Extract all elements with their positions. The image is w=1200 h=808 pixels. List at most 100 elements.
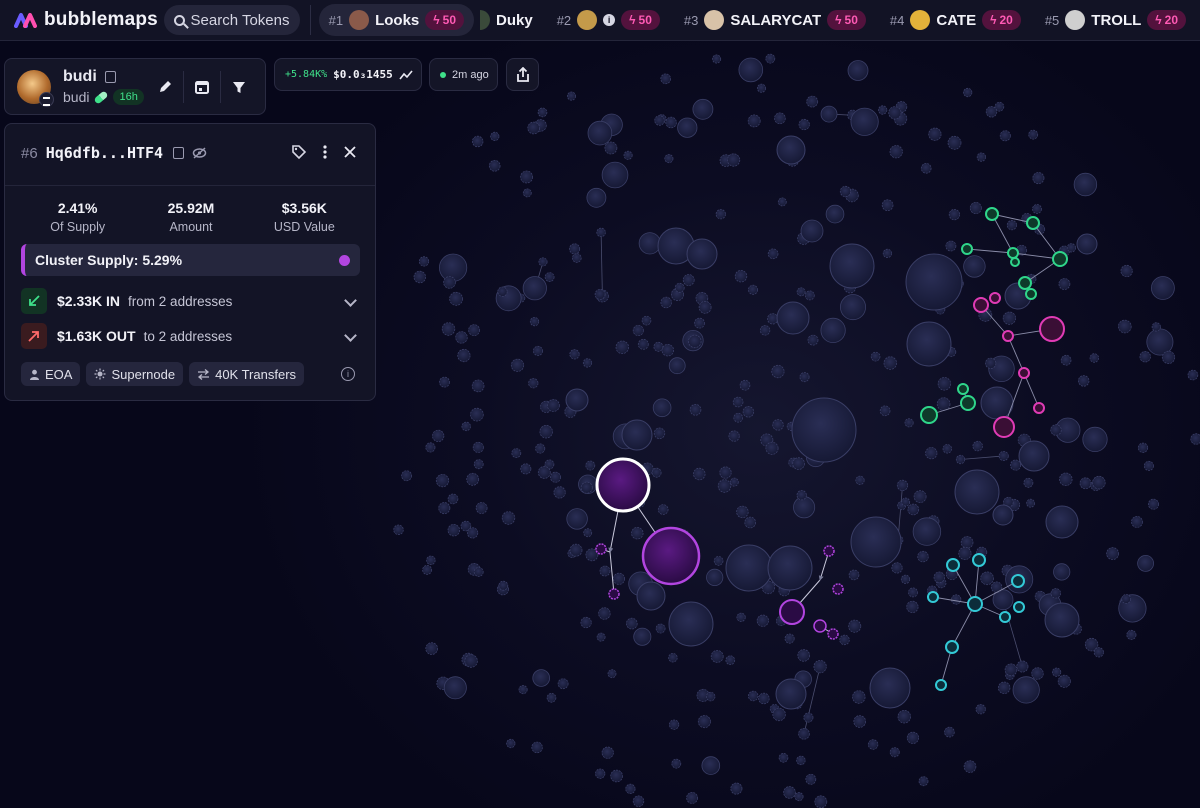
wallet-bubble[interactable] (610, 769, 623, 783)
wallet-bubble[interactable] (748, 284, 759, 295)
wallet-bubble[interactable] (800, 219, 824, 243)
wallet-bubble[interactable] (772, 707, 786, 722)
wallet-bubble[interactable] (796, 755, 806, 766)
wallet-bubble[interactable] (719, 466, 732, 479)
wallet-bubble[interactable] (813, 659, 827, 674)
wallet-bubble[interactable] (625, 783, 636, 795)
wallet-bubble[interactable] (772, 419, 784, 431)
wallet-bubble[interactable] (960, 536, 974, 549)
wallet-bubble[interactable] (951, 594, 962, 605)
edit-button[interactable] (147, 71, 183, 103)
wallet-bubble[interactable] (947, 135, 962, 150)
wallet-bubble[interactable] (775, 678, 807, 710)
wallet-bubble[interactable] (1053, 563, 1071, 581)
wallet-bubble[interactable] (958, 546, 972, 561)
wallet-bubble[interactable] (918, 776, 929, 787)
wallet-bubble[interactable] (665, 116, 677, 129)
wallet-bubble[interactable] (783, 786, 796, 799)
wallet-bubble[interactable] (604, 141, 618, 155)
wallet-bubble[interactable] (447, 524, 461, 537)
wallet-bubble[interactable] (717, 479, 732, 493)
wallet-bubble[interactable] (443, 676, 467, 700)
wallet-bubble[interactable] (466, 472, 480, 486)
wallet-bubble[interactable] (475, 502, 488, 514)
wallet-bubble[interactable] (655, 623, 666, 634)
wallet-bubble[interactable] (1118, 319, 1132, 334)
wallet-bubble[interactable] (615, 340, 630, 355)
wallet-bubble[interactable] (855, 475, 865, 485)
magenta-cluster-bubble[interactable] (973, 297, 989, 313)
wallet-bubble[interactable] (774, 112, 786, 125)
wallet-bubble[interactable] (906, 321, 952, 367)
wallet-bubble[interactable] (1120, 264, 1133, 278)
wallet-bubble[interactable] (668, 653, 678, 663)
wallet-bubble[interactable] (985, 106, 998, 118)
wallet-bubble[interactable] (920, 163, 932, 174)
wallet-bubble[interactable] (425, 442, 436, 453)
search-tokens-button[interactable]: Search Tokens (163, 5, 300, 35)
wallet-bubble[interactable] (1006, 220, 1018, 231)
wallet-bubble[interactable] (1089, 353, 1100, 363)
wallet-bubble[interactable] (1044, 602, 1080, 638)
wallet-bubble[interactable] (621, 419, 653, 451)
wallet-bubble[interactable] (693, 467, 706, 481)
more-vertical-icon[interactable] (323, 145, 327, 159)
wallet-bubble[interactable] (867, 739, 879, 750)
wallet-bubble[interactable] (580, 481, 593, 494)
wallet-bubble[interactable] (736, 612, 746, 622)
wallet-bubble[interactable] (897, 710, 912, 724)
wallet-bubble[interactable] (1076, 233, 1098, 255)
chevron-down-icon[interactable] (344, 329, 357, 342)
wallet-bubble[interactable] (767, 545, 813, 591)
wallet-bubble[interactable] (583, 528, 593, 538)
wallet-bubble[interactable] (771, 364, 785, 379)
green-cluster-bubble[interactable] (920, 406, 938, 424)
purple-cluster-bubble[interactable] (832, 583, 844, 595)
wallet-bubble[interactable] (744, 516, 756, 529)
last-updated-pill[interactable]: 2m ago (429, 58, 498, 91)
bubble-map-graph[interactable] (0, 0, 1200, 808)
wallet-bubble[interactable] (539, 425, 553, 439)
wallet-bubble[interactable] (912, 517, 942, 546)
wallet-bubble[interactable] (1010, 459, 1022, 471)
magenta-cluster-bubble[interactable] (1039, 316, 1065, 342)
wallet-bubble[interactable] (852, 690, 866, 704)
wallet-bubble[interactable] (985, 357, 997, 369)
wallet-bubble[interactable] (544, 272, 555, 283)
wallet-bubble[interactable] (632, 324, 644, 336)
wallet-bubble[interactable] (1066, 243, 1077, 253)
wallet-bubble[interactable] (784, 633, 795, 644)
wallet-bubble[interactable] (633, 627, 652, 646)
wallet-bubble[interactable] (1016, 660, 1029, 673)
magenta-cluster-bubble[interactable] (1018, 367, 1030, 379)
wallet-bubble[interactable] (686, 792, 698, 804)
wallet-bubble[interactable] (686, 238, 718, 270)
wallet-bubble[interactable] (641, 315, 652, 326)
green-cluster-bubble[interactable] (1007, 247, 1019, 259)
wallet-bubble[interactable] (532, 669, 550, 687)
wallet-bubble[interactable] (825, 204, 845, 224)
wallet-bubble[interactable] (531, 741, 543, 754)
inflow-row[interactable]: $2.33K IN from 2 addresses (21, 286, 361, 316)
wallet-bubble[interactable] (794, 792, 804, 802)
wallet-bubble[interactable] (907, 503, 920, 516)
wallet-bubble[interactable] (1023, 477, 1034, 488)
wallet-bubble[interactable] (569, 543, 583, 557)
wallet-bubble[interactable] (992, 504, 1014, 526)
wallet-bubble[interactable] (710, 650, 724, 663)
wallet-bubble[interactable] (891, 562, 903, 574)
wallet-bubble[interactable] (1139, 351, 1151, 363)
green-cluster-bubble[interactable] (1025, 288, 1037, 300)
wallet-bubble[interactable] (654, 115, 665, 126)
wallet-bubble[interactable] (906, 731, 920, 744)
wallet-bubble[interactable] (550, 471, 562, 483)
wallet-bubble[interactable] (820, 105, 838, 123)
wallet-bubble[interactable] (537, 465, 551, 479)
wallet-bubble[interactable] (425, 642, 439, 655)
wallet-bubble[interactable] (651, 467, 662, 478)
wallet-bubble[interactable] (520, 463, 532, 475)
wallet-bubble[interactable] (698, 300, 712, 314)
wallet-bubble[interactable] (715, 209, 726, 220)
wallet-bubble[interactable] (936, 397, 951, 411)
wallet-bubble[interactable] (569, 349, 580, 360)
